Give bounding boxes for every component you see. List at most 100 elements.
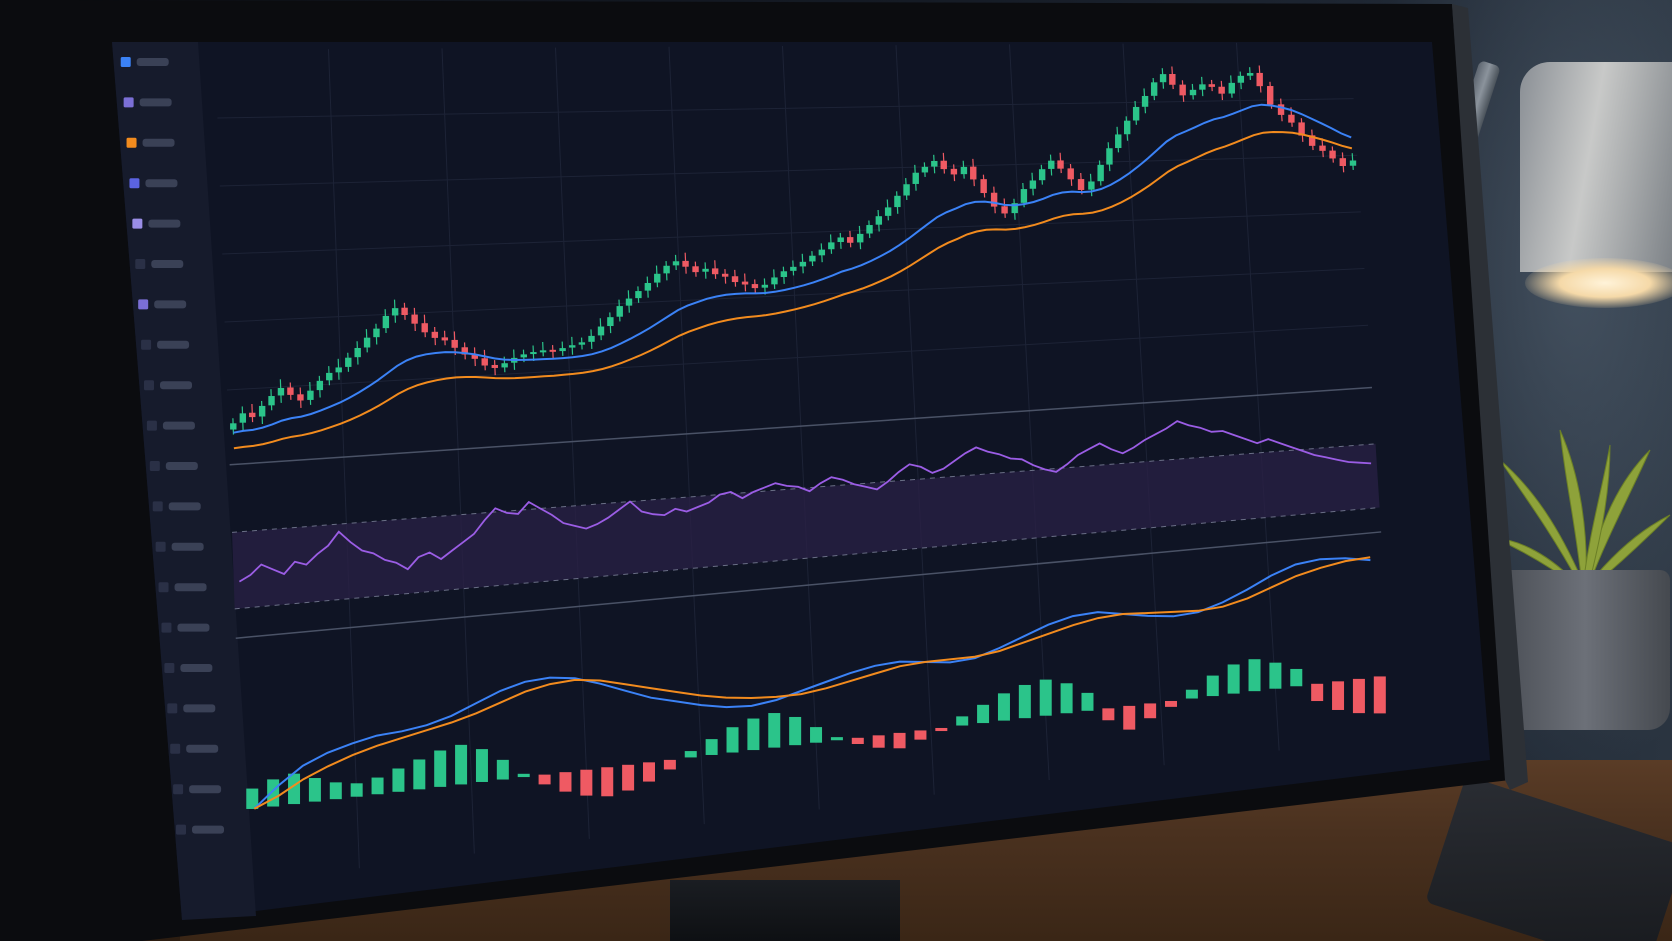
- candle-body: [421, 323, 428, 333]
- candle-body: [258, 405, 266, 417]
- candle-body: [702, 268, 709, 272]
- toolbar-swatch: [144, 380, 154, 391]
- tool-15-icon[interactable]: [161, 622, 210, 633]
- toolbar-swatch: [138, 299, 149, 310]
- candle-body: [616, 306, 623, 317]
- desk-scene: [0, 0, 1672, 941]
- tool-19-icon[interactable]: [173, 784, 222, 795]
- candle-body: [316, 380, 324, 391]
- tool-2-icon[interactable]: [123, 97, 172, 108]
- toolbar-label-bar: [162, 421, 195, 430]
- candle-wick: [542, 341, 544, 357]
- tool-3-icon[interactable]: [126, 137, 175, 148]
- histogram-bar: [1206, 675, 1219, 697]
- candle-body: [569, 345, 576, 348]
- candle-body: [635, 291, 642, 299]
- candle-body: [1319, 145, 1326, 151]
- tool-5-icon[interactable]: [132, 218, 181, 229]
- histogram-bar: [496, 759, 509, 780]
- candle-body: [721, 273, 729, 277]
- candle-body: [1237, 75, 1245, 83]
- candle-body: [970, 166, 977, 180]
- candle-body: [401, 307, 408, 316]
- candle-body: [268, 396, 275, 406]
- tool-17-icon[interactable]: [167, 703, 216, 714]
- candle-body: [354, 347, 361, 358]
- tool-10-icon[interactable]: [146, 420, 195, 431]
- histogram-bar: [622, 764, 635, 791]
- candle-body: [654, 273, 661, 283]
- histogram-bar: [642, 762, 655, 782]
- candle-body: [597, 326, 605, 336]
- histogram-bar: [1018, 684, 1031, 719]
- candle-body: [894, 195, 901, 208]
- toolbar-label-bar: [139, 98, 172, 107]
- histogram-bar: [1081, 692, 1094, 711]
- histogram-bar: [475, 749, 488, 782]
- tool-8-icon[interactable]: [141, 339, 190, 350]
- tool-14-icon[interactable]: [158, 582, 207, 593]
- histogram-bar: [1185, 689, 1198, 699]
- toolbar-swatch: [129, 178, 140, 189]
- histogram-bar: [830, 737, 843, 741]
- candle-body: [1189, 89, 1197, 96]
- toolbar-label-bar: [177, 623, 210, 632]
- candle-body: [692, 266, 699, 273]
- tool-4-icon[interactable]: [129, 178, 178, 189]
- candle-body: [1048, 160, 1055, 169]
- toolbar-label-bar: [189, 785, 222, 794]
- toolbar-swatch: [152, 501, 163, 512]
- candle-body: [751, 284, 759, 289]
- candle-body: [1115, 134, 1122, 149]
- tool-1-icon[interactable]: [120, 56, 169, 67]
- histogram-bar: [872, 735, 885, 748]
- toolbar-swatch: [149, 461, 160, 472]
- histogram-bar: [1248, 659, 1261, 692]
- candle-body: [837, 237, 844, 243]
- candle-body: [530, 352, 537, 355]
- tool-11-icon[interactable]: [149, 461, 198, 472]
- candle-body: [1179, 84, 1186, 96]
- candle-body: [391, 308, 399, 316]
- histogram-bar: [1144, 703, 1157, 719]
- candle-body: [549, 349, 556, 352]
- histogram-bar: [1039, 679, 1052, 716]
- candle-body: [790, 266, 797, 271]
- tool-20-icon[interactable]: [176, 824, 225, 835]
- toolbar-swatch: [135, 258, 146, 269]
- candle-body: [287, 387, 294, 395]
- tool-9-icon[interactable]: [144, 380, 192, 391]
- histogram-bar: [851, 737, 864, 744]
- histogram-bar: [1373, 676, 1386, 714]
- candle-body: [711, 268, 719, 275]
- tool-12-icon[interactable]: [152, 501, 201, 512]
- candle-body: [663, 265, 670, 274]
- candle-body: [559, 348, 566, 352]
- tool-18-icon[interactable]: [170, 743, 219, 754]
- histogram-bar: [810, 727, 823, 743]
- tool-16-icon[interactable]: [164, 663, 213, 674]
- candle-body: [441, 337, 449, 341]
- candle-body: [1132, 106, 1140, 121]
- toolbar-label-bar: [171, 542, 204, 551]
- candle-body: [1077, 179, 1085, 190]
- candle-body: [588, 335, 595, 342]
- toolbar-label-bar: [160, 381, 192, 390]
- histogram-bar: [601, 767, 614, 797]
- toolbar-swatch: [164, 663, 175, 674]
- toolbar-swatch: [126, 137, 137, 148]
- candle-body: [481, 358, 488, 366]
- tool-6-icon[interactable]: [135, 258, 184, 269]
- toolbar-label-bar: [174, 583, 207, 592]
- candle-body: [249, 412, 256, 418]
- candle-body: [373, 328, 380, 338]
- histogram-bar: [538, 774, 551, 785]
- candle-body: [1246, 73, 1254, 76]
- histogram-bar: [1290, 668, 1303, 687]
- tool-7-icon[interactable]: [138, 299, 187, 310]
- candle-body: [1228, 82, 1235, 94]
- toolbar-swatch: [173, 784, 184, 795]
- tool-13-icon[interactable]: [155, 541, 204, 552]
- histogram-bar: [935, 727, 948, 732]
- candle-body: [912, 172, 919, 184]
